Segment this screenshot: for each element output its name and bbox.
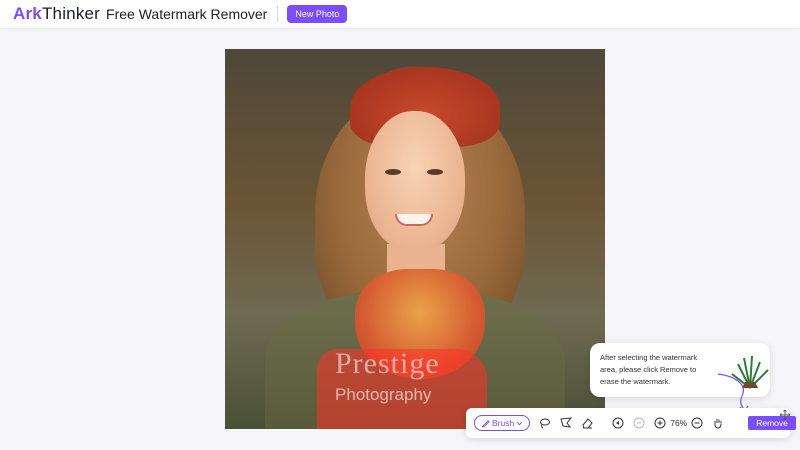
polygon-lasso-icon [560, 417, 573, 428]
move-icon[interactable] [780, 410, 790, 420]
chevron-down-icon [517, 421, 523, 426]
logo-prefix: Ark [13, 4, 42, 23]
photo-mouth [395, 214, 433, 226]
lasso-tool-button[interactable] [539, 415, 551, 431]
photo-face [365, 111, 465, 251]
lasso-icon [540, 418, 551, 429]
zoom-out-button[interactable] [691, 415, 703, 431]
zoom-out-icon [691, 417, 703, 429]
new-photo-button[interactable]: New Photo [287, 5, 348, 23]
undo-icon [612, 417, 624, 429]
redo-icon [633, 417, 645, 429]
photo-eye-right [427, 169, 443, 175]
arkthinker-logo[interactable]: Ark Thinker [13, 4, 100, 24]
undo-button[interactable] [612, 415, 624, 431]
zoom-in-icon [654, 417, 666, 429]
brush-tool-button[interactable]: Brush [474, 415, 531, 431]
eraser-tool-button[interactable] [581, 415, 593, 431]
image-canvas[interactable]: Prestige Photography [225, 49, 605, 429]
hand-icon [714, 419, 722, 429]
hand-pan-button[interactable] [712, 415, 724, 431]
header-divider [277, 6, 279, 22]
photo-eye-left [385, 169, 401, 175]
polygon-lasso-tool-button[interactable] [560, 415, 573, 431]
tooltip-text: After selecting the watermark area, plea… [600, 353, 698, 386]
watermark-text-prestige: Prestige [335, 347, 440, 380]
redo-button[interactable] [633, 415, 645, 431]
brush-icon [481, 419, 490, 428]
logo-suffix: Thinker [41, 4, 101, 23]
app-title: Free Watermark Remover [106, 6, 268, 22]
editing-toolbar: Brush 76% Remove [466, 408, 796, 438]
eraser-icon [582, 418, 593, 429]
app-header: Ark Thinker Free Watermark Remover New Ph… [0, 0, 800, 28]
zoom-in-button[interactable] [654, 415, 666, 431]
watermark-text-photography: Photography [335, 385, 432, 404]
brush-label: Brush [492, 418, 515, 428]
zoom-level: 76% [670, 418, 688, 428]
